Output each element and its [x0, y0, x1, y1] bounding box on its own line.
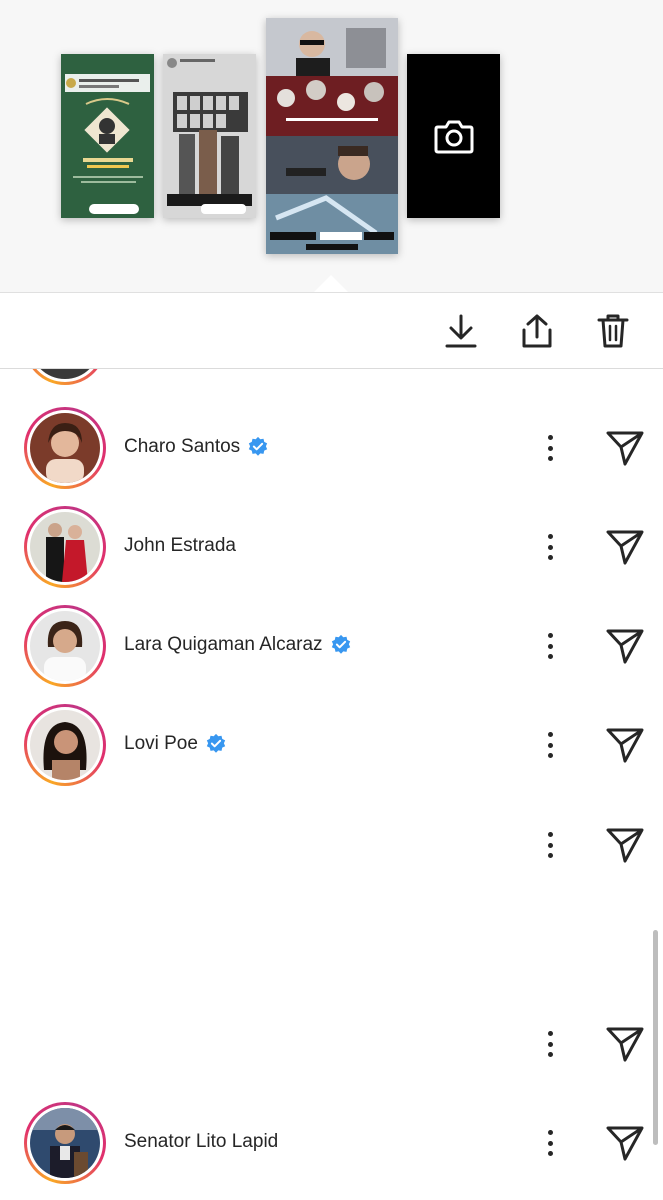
viewer-name[interactable]: Senator Lito Lapid [124, 1131, 278, 1153]
send-message-icon[interactable] [604, 725, 646, 765]
viewer-row[interactable]: Lara Quigaman Alcaraz [0, 597, 663, 693]
avatar[interactable] [24, 1102, 106, 1184]
send-message-icon[interactable] [604, 825, 646, 865]
verified-badge-icon [249, 436, 268, 456]
share-button[interactable] [517, 311, 557, 351]
avatar[interactable] [24, 506, 106, 588]
verified-badge-icon [206, 733, 226, 753]
viewer-name[interactable]: John Estrada [124, 535, 236, 557]
avatar[interactable] [24, 605, 106, 687]
avatar[interactable] [24, 704, 106, 786]
avatar[interactable] [24, 407, 106, 489]
viewer-name[interactable]: Lara Quigaman Alcaraz [124, 634, 323, 656]
send-message-icon[interactable] [604, 1123, 646, 1163]
delete-button[interactable] [593, 311, 633, 351]
more-options-button[interactable] [538, 431, 562, 465]
send-message-icon[interactable] [604, 1024, 646, 1064]
story-thumbnail-3-selected[interactable] [266, 18, 398, 254]
viewer-name-group[interactable]: Lovi Poe [124, 733, 227, 755]
more-options-button[interactable] [538, 828, 562, 862]
viewer-row-redacted[interactable] [0, 796, 663, 892]
story-thumbnail-1[interactable] [61, 54, 154, 218]
selection-pointer [314, 275, 348, 292]
send-message-icon[interactable] [604, 626, 646, 666]
story-tray [0, 0, 663, 292]
viewers-list[interactable]: Charo Santos John Estrada Lara Quigaman … [0, 369, 663, 1200]
camera-icon [434, 120, 473, 154]
trash-icon [597, 314, 629, 348]
viewer-name[interactable]: Charo Santos [124, 436, 240, 458]
more-options-button[interactable] [538, 530, 562, 564]
download-icon [445, 314, 477, 348]
more-options-button[interactable] [538, 1126, 562, 1160]
viewer-name-group[interactable]: Charo Santos [124, 436, 269, 458]
viewer-name-group[interactable]: John Estrada [124, 535, 236, 557]
viewer-row[interactable]: Charo Santos [0, 399, 663, 495]
viewer-name-group[interactable]: Senator Lito Lapid [124, 1131, 278, 1153]
story-thumbnail-2[interactable] [163, 54, 256, 218]
viewer-row[interactable]: John Estrada [0, 498, 663, 594]
viewer-row-redacted[interactable] [0, 995, 663, 1091]
camera-tile[interactable] [407, 54, 500, 218]
verified-badge-icon [331, 634, 350, 654]
avatar-partial [24, 369, 106, 385]
send-message-icon[interactable] [604, 527, 646, 567]
share-icon [522, 314, 552, 348]
scrollbar[interactable] [653, 930, 658, 1145]
viewer-row[interactable]: Lovi Poe [0, 696, 663, 792]
more-options-button[interactable] [538, 1027, 562, 1061]
viewer-row[interactable]: Senator Lito Lapid [0, 1094, 663, 1190]
viewer-name[interactable]: Lovi Poe [124, 733, 198, 755]
more-options-button[interactable] [538, 728, 562, 762]
send-message-icon[interactable] [604, 428, 646, 468]
download-button[interactable] [441, 311, 481, 351]
more-options-button[interactable] [538, 629, 562, 663]
viewer-row-redacted[interactable] [0, 895, 663, 991]
viewer-name-group[interactable]: Lara Quigaman Alcaraz [124, 634, 352, 656]
story-actions-toolbar [0, 292, 663, 369]
